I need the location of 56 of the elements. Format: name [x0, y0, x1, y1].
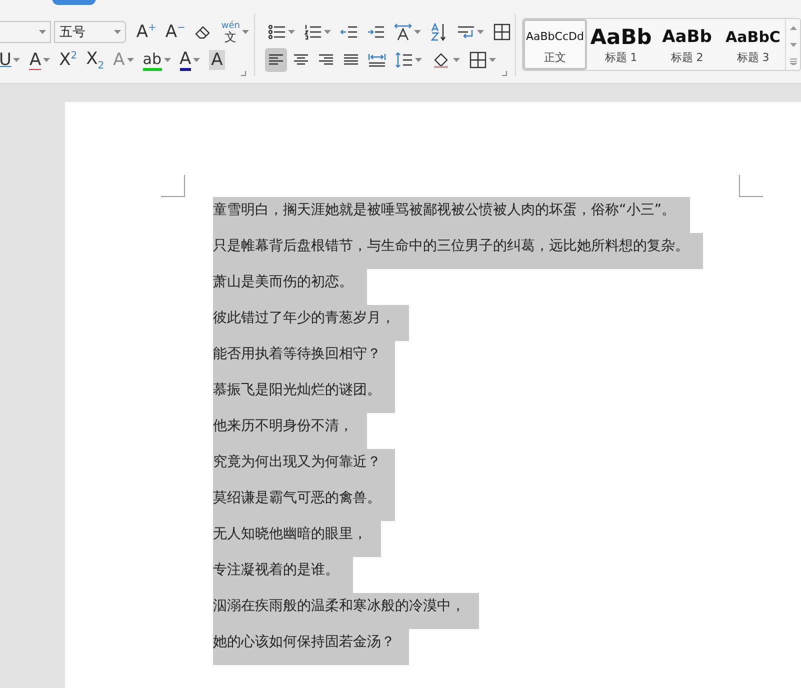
scroll-up-icon[interactable] [790, 26, 796, 30]
style-preset[interactable]: AaBb 标题 1 [589, 19, 653, 70]
scroll-down-icon[interactable] [790, 42, 796, 46]
style-preset[interactable]: AaBb 标题 2 [655, 19, 719, 70]
paragraph: 彼此错过了年少的青葱岁月， [213, 305, 409, 341]
format-button[interactable]: A$^{−}$ [162, 20, 188, 44]
paragraph: 萧山是美而伤的初恋。 [213, 269, 367, 305]
left-button[interactable] [265, 48, 287, 72]
caret-icon [114, 30, 122, 34]
dialog-launcher-icon[interactable] [241, 71, 246, 76]
crop-mark-icon [161, 175, 185, 197]
font-name-field[interactable] [0, 21, 52, 43]
font-color-button[interactable]: A [176, 48, 204, 72]
sort-icon [430, 23, 448, 41]
paragraph: 莫绍谦是霸气可恶的禽兽。 [213, 485, 395, 521]
phonetic-guide-button[interactable]: wén 文 [218, 20, 252, 44]
font-size-field[interactable]: 五号 [54, 21, 126, 43]
paragraph: 童雪明白，搁天涯她就是被唾骂被鄙视被公愤被人肉的坏蛋，俗称“小三”。 [213, 197, 690, 233]
paragraph: 他来历不明身份不清， [213, 413, 367, 449]
more-styles-icon[interactable] [790, 58, 796, 65]
format-button[interactable]: A$^{+}$ [133, 20, 160, 44]
text-direction-icon [394, 23, 412, 41]
crop-mark-icon [739, 175, 763, 197]
paragraph: 能否用执着等待换回相守？ [213, 341, 395, 377]
paragraph: 她的心该如何保持固若金汤？ [213, 629, 409, 665]
numbered-list-icon [304, 24, 322, 40]
paragraph: 专注凝视着的是谁。 [213, 557, 353, 593]
format-button[interactable]: X$^{2}$ [56, 48, 80, 72]
bullet-list-icon [268, 24, 286, 40]
caret-icon [39, 30, 46, 34]
line-wrap-icon [457, 24, 475, 40]
paragraph: 无人知晓他幽暗的眼里， [213, 521, 381, 557]
style-preset[interactable]: AaBbCcDd 正文 [523, 19, 587, 70]
table-icon [493, 23, 511, 41]
align-left-icon [268, 53, 284, 67]
character-shading-button[interactable]: A [206, 48, 228, 72]
border-icon [469, 51, 487, 69]
indent-icon [367, 24, 385, 40]
align-center-icon [293, 53, 309, 67]
line-spacing-icon [395, 52, 413, 68]
style-preset[interactable]: AaBbC 标题 3 [721, 19, 785, 70]
dialog-launcher-icon[interactable] [502, 71, 507, 76]
format-button[interactable]: X$_{2}$ [83, 48, 108, 72]
paragraph: 慕振飞是阳光灿烂的谜团。 [213, 377, 395, 413]
outdent-icon [340, 24, 358, 40]
paragraph: 泅溺在疾雨般的温柔和寒冰般的冷漠中， [213, 593, 479, 629]
align-right-icon [318, 53, 334, 67]
strikethrough-button[interactable]: A [26, 48, 54, 72]
underline-button[interactable]: U [0, 48, 24, 72]
paint-bucket-icon [431, 51, 451, 69]
paragraph: 究竟为何出现又为何靠近？ [213, 449, 395, 485]
paragraph: 只是帷幕背后盘根错节，与生命中的三位男子的纠葛，远比她所料想的复杂。 [213, 233, 703, 269]
eraser-icon [194, 24, 212, 40]
justify-icon [343, 53, 359, 67]
distribute-icon [368, 53, 386, 67]
highlight-button[interactable]: ab [140, 48, 174, 72]
